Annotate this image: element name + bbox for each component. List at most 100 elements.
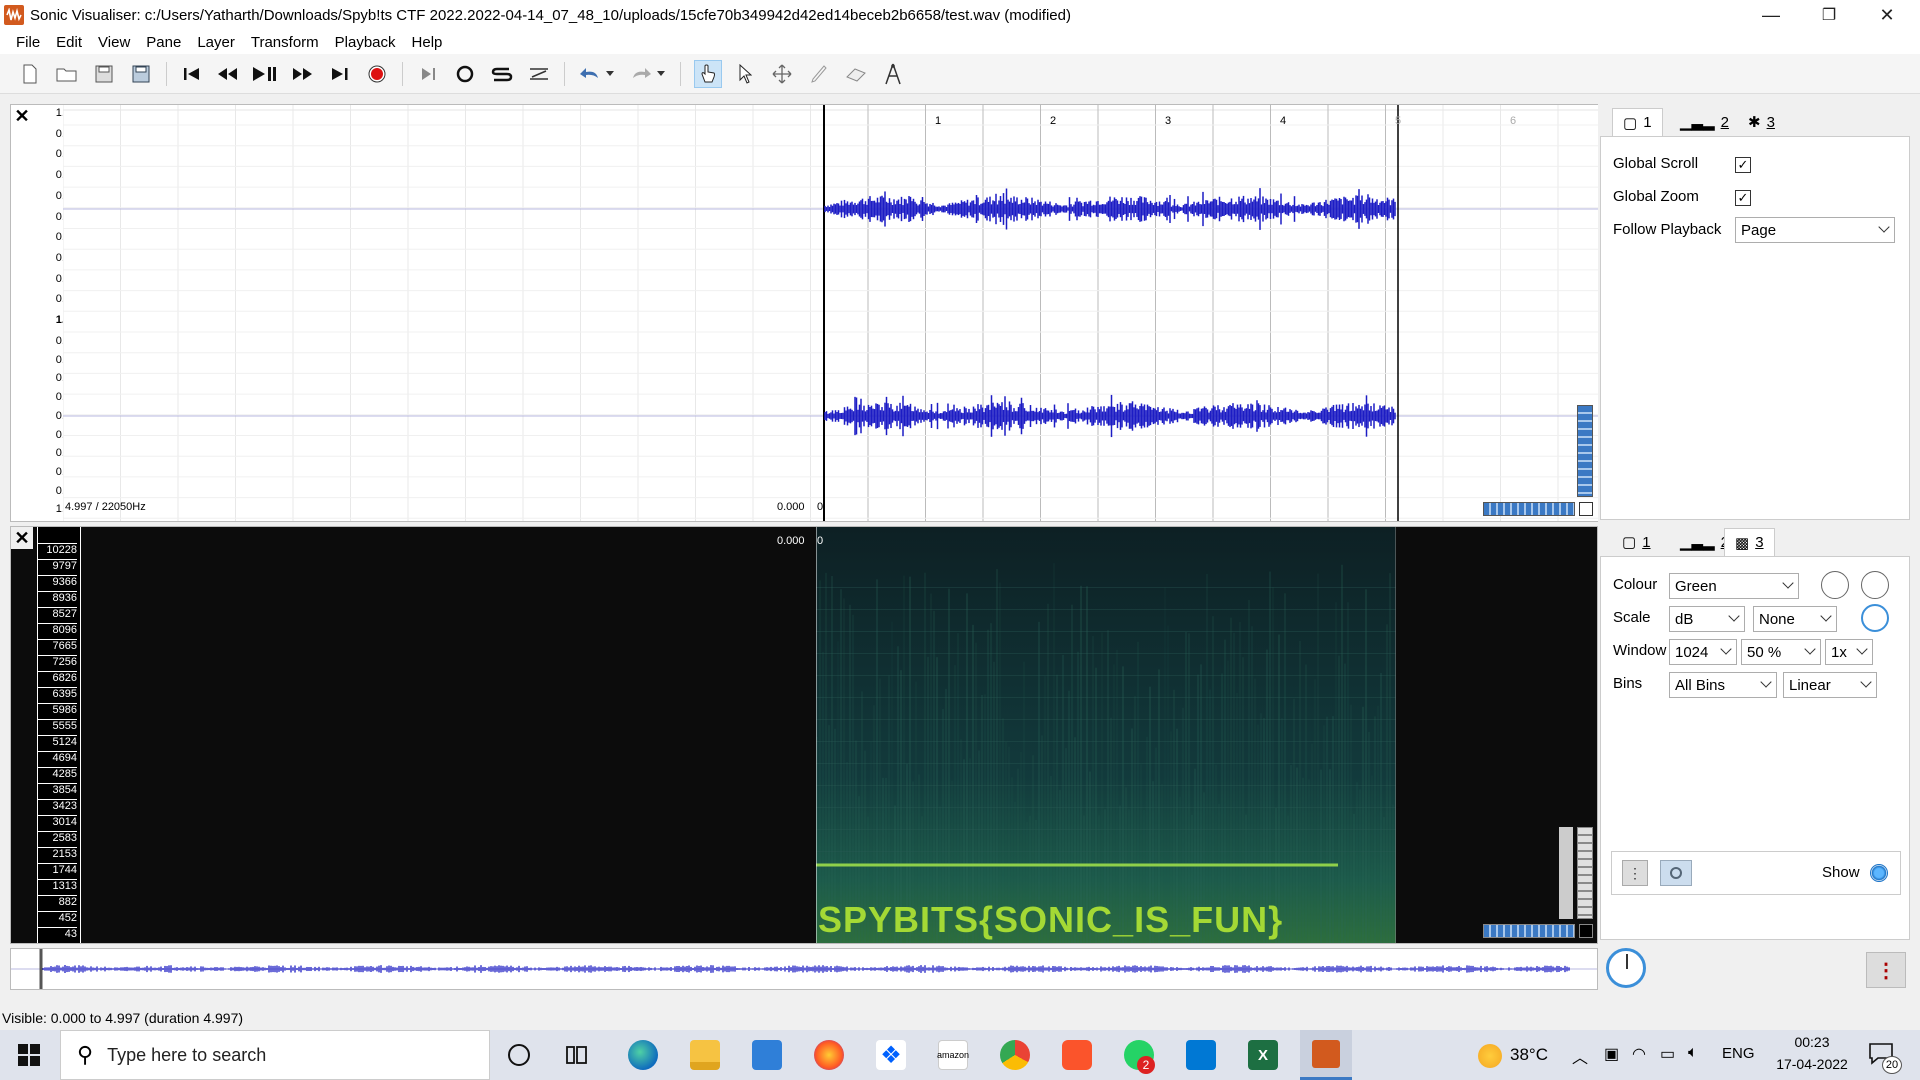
file-explorer-icon[interactable] [690,1040,720,1070]
navigate-tool-icon[interactable] [694,60,722,88]
window-overlap-select[interactable]: 50 % [1741,639,1821,665]
menu-layer[interactable]: Layer [189,34,243,51]
brave-icon[interactable] [1062,1040,1092,1070]
battery-icon[interactable]: ▭ [1660,1044,1675,1064]
sonic-visualiser-taskbar-button[interactable] [1300,1030,1352,1080]
playback-speed-dial-icon[interactable] [1606,948,1646,988]
show-layer-toggle[interactable] [1870,864,1888,882]
overview-pane[interactable] [10,948,1598,990]
meet-now-icon[interactable]: ▣ [1604,1044,1619,1064]
frequency-label: 7665 [37,639,77,652]
restore-button[interactable]: ❐ [1800,0,1858,30]
rewind-icon[interactable] [214,60,242,88]
frequency-label: 1313 [37,879,77,892]
erase-tool-icon[interactable] [842,60,870,88]
frequency-label: 5124 [37,735,77,748]
cortana-icon[interactable] [508,1044,530,1066]
global-zoom-checkbox[interactable]: ✓ [1735,190,1751,206]
scale-select[interactable]: dB [1669,606,1745,632]
zoom-reset-button[interactable] [1579,924,1593,938]
oversampling-select[interactable]: 1x [1825,639,1873,665]
play-selection-icon[interactable] [414,60,442,88]
tab-3[interactable]: ✱ 3 [1738,108,1785,136]
layer-colour-icon[interactable]: ⋮ [1622,860,1648,886]
waveform-pane[interactable]: ✕ 1.00.80.60.40.20.00.20.40.60.81.00.80.… [10,104,1598,522]
firefox-icon[interactable] [814,1040,844,1070]
vertical-zoom-slider[interactable] [1577,827,1593,919]
rewind-start-icon[interactable] [178,60,206,88]
play-layer-icon[interactable] [1660,860,1692,886]
zoom-reset-button[interactable] [1579,502,1593,516]
redo-dropdown-icon[interactable] [654,60,668,88]
dropbox-icon[interactable]: ❖ [876,1040,906,1070]
chrome-icon[interactable] [1000,1040,1030,1070]
vertical-zoom-slider[interactable] [1577,405,1593,497]
menu-edit[interactable]: Edit [48,34,90,51]
volume-icon[interactable]: 🔈︎ [1688,1044,1698,1062]
close-pane-icon[interactable]: ✕ [11,105,33,127]
colour-rotation-dial-icon[interactable] [1861,571,1889,599]
tab-2[interactable]: ▁▃▂2 [1670,108,1739,136]
tab-3[interactable]: ▩ 3 [1724,528,1775,556]
menu-playback[interactable]: Playback [327,34,404,51]
tab-1[interactable]: ▢ 1 [1612,108,1663,136]
mail-icon[interactable] [752,1040,782,1070]
amazon-icon[interactable]: amazon [937,1040,969,1070]
colour-select[interactable]: Green [1669,573,1799,599]
tab-1[interactable]: ▢ 1 [1612,528,1661,556]
clock-date[interactable]: 17-04-2022 [1772,1056,1852,1072]
windows-start-icon[interactable] [18,1044,40,1070]
clock-time[interactable]: 00:23 [1772,1034,1852,1050]
gain-dial-icon[interactable] [1821,571,1849,599]
edge-browser-icon[interactable] [628,1040,658,1070]
show-hidden-icons-icon[interactable]: ︿ [1572,1044,1588,1068]
threshold-dial-icon[interactable] [1861,604,1889,632]
minimize-button[interactable]: — [1742,0,1800,30]
new-file-icon[interactable] [16,60,44,88]
close-pane-icon[interactable]: ✕ [11,527,33,549]
fast-forward-icon[interactable] [289,60,317,88]
frequency-label: 4285 [37,767,77,780]
close-window-button[interactable]: ✕ [1858,0,1916,30]
sample-rate-info: 4.997 / 22050Hz [65,501,146,513]
language-indicator[interactable]: ENG [1722,1045,1755,1062]
horizontal-zoom-slider[interactable] [1483,502,1575,516]
select-tool-icon[interactable] [731,60,759,88]
follow-playback-select[interactable]: Page [1735,217,1895,243]
weather-icon [1478,1044,1502,1068]
normalize-icon[interactable] [525,60,553,88]
open-folder-icon[interactable] [53,60,81,88]
frequency-scale-select[interactable]: Linear [1783,672,1877,698]
global-scroll-checkbox[interactable]: ✓ [1735,157,1751,173]
redo-icon[interactable] [627,60,655,88]
vscode-icon[interactable] [1186,1040,1216,1070]
task-view-icon[interactable] [566,1044,590,1070]
menu-file[interactable]: File [8,34,48,51]
normalization-select[interactable]: None [1753,606,1837,632]
taskbar-search-box[interactable]: ⚲ Type here to search [60,1030,490,1080]
vertical-scroll[interactable] [1559,827,1573,919]
excel-icon[interactable]: X [1248,1040,1278,1070]
undo-dropdown-icon[interactable] [603,60,617,88]
draw-tool-icon[interactable] [805,60,833,88]
record-icon[interactable] [363,60,391,88]
menu-pane[interactable]: Pane [138,34,189,51]
horizontal-zoom-slider[interactable] [1483,924,1575,938]
wifi-icon[interactable]: ◠ [1632,1044,1646,1064]
move-tool-icon[interactable] [768,60,796,88]
save-icon[interactable] [90,60,118,88]
bins-select[interactable]: All Bins [1669,672,1777,698]
loop-icon[interactable] [451,60,479,88]
save-as-icon[interactable] [127,60,155,88]
window-size-select[interactable]: 1024 [1669,639,1737,665]
menu-help[interactable]: Help [404,34,451,51]
undo-icon[interactable] [576,60,604,88]
spectrogram-pane[interactable]: ✕ 10228 9797 9366 8936 8527 8096 7665 7256 6826 6… [10,526,1598,944]
play-pause-icon[interactable] [251,60,279,88]
fast-forward-end-icon[interactable] [326,60,354,88]
menu-transform[interactable]: Transform [243,34,327,51]
solo-icon[interactable] [488,60,516,88]
menu-view[interactable]: View [90,34,138,51]
measure-tool-icon[interactable] [879,60,907,88]
view-properties-panel: ▢ 1 ▁▃▂ 2 ✱ 3 Global Scroll ✓ Global Zoom ✓… [1600,106,1910,520]
